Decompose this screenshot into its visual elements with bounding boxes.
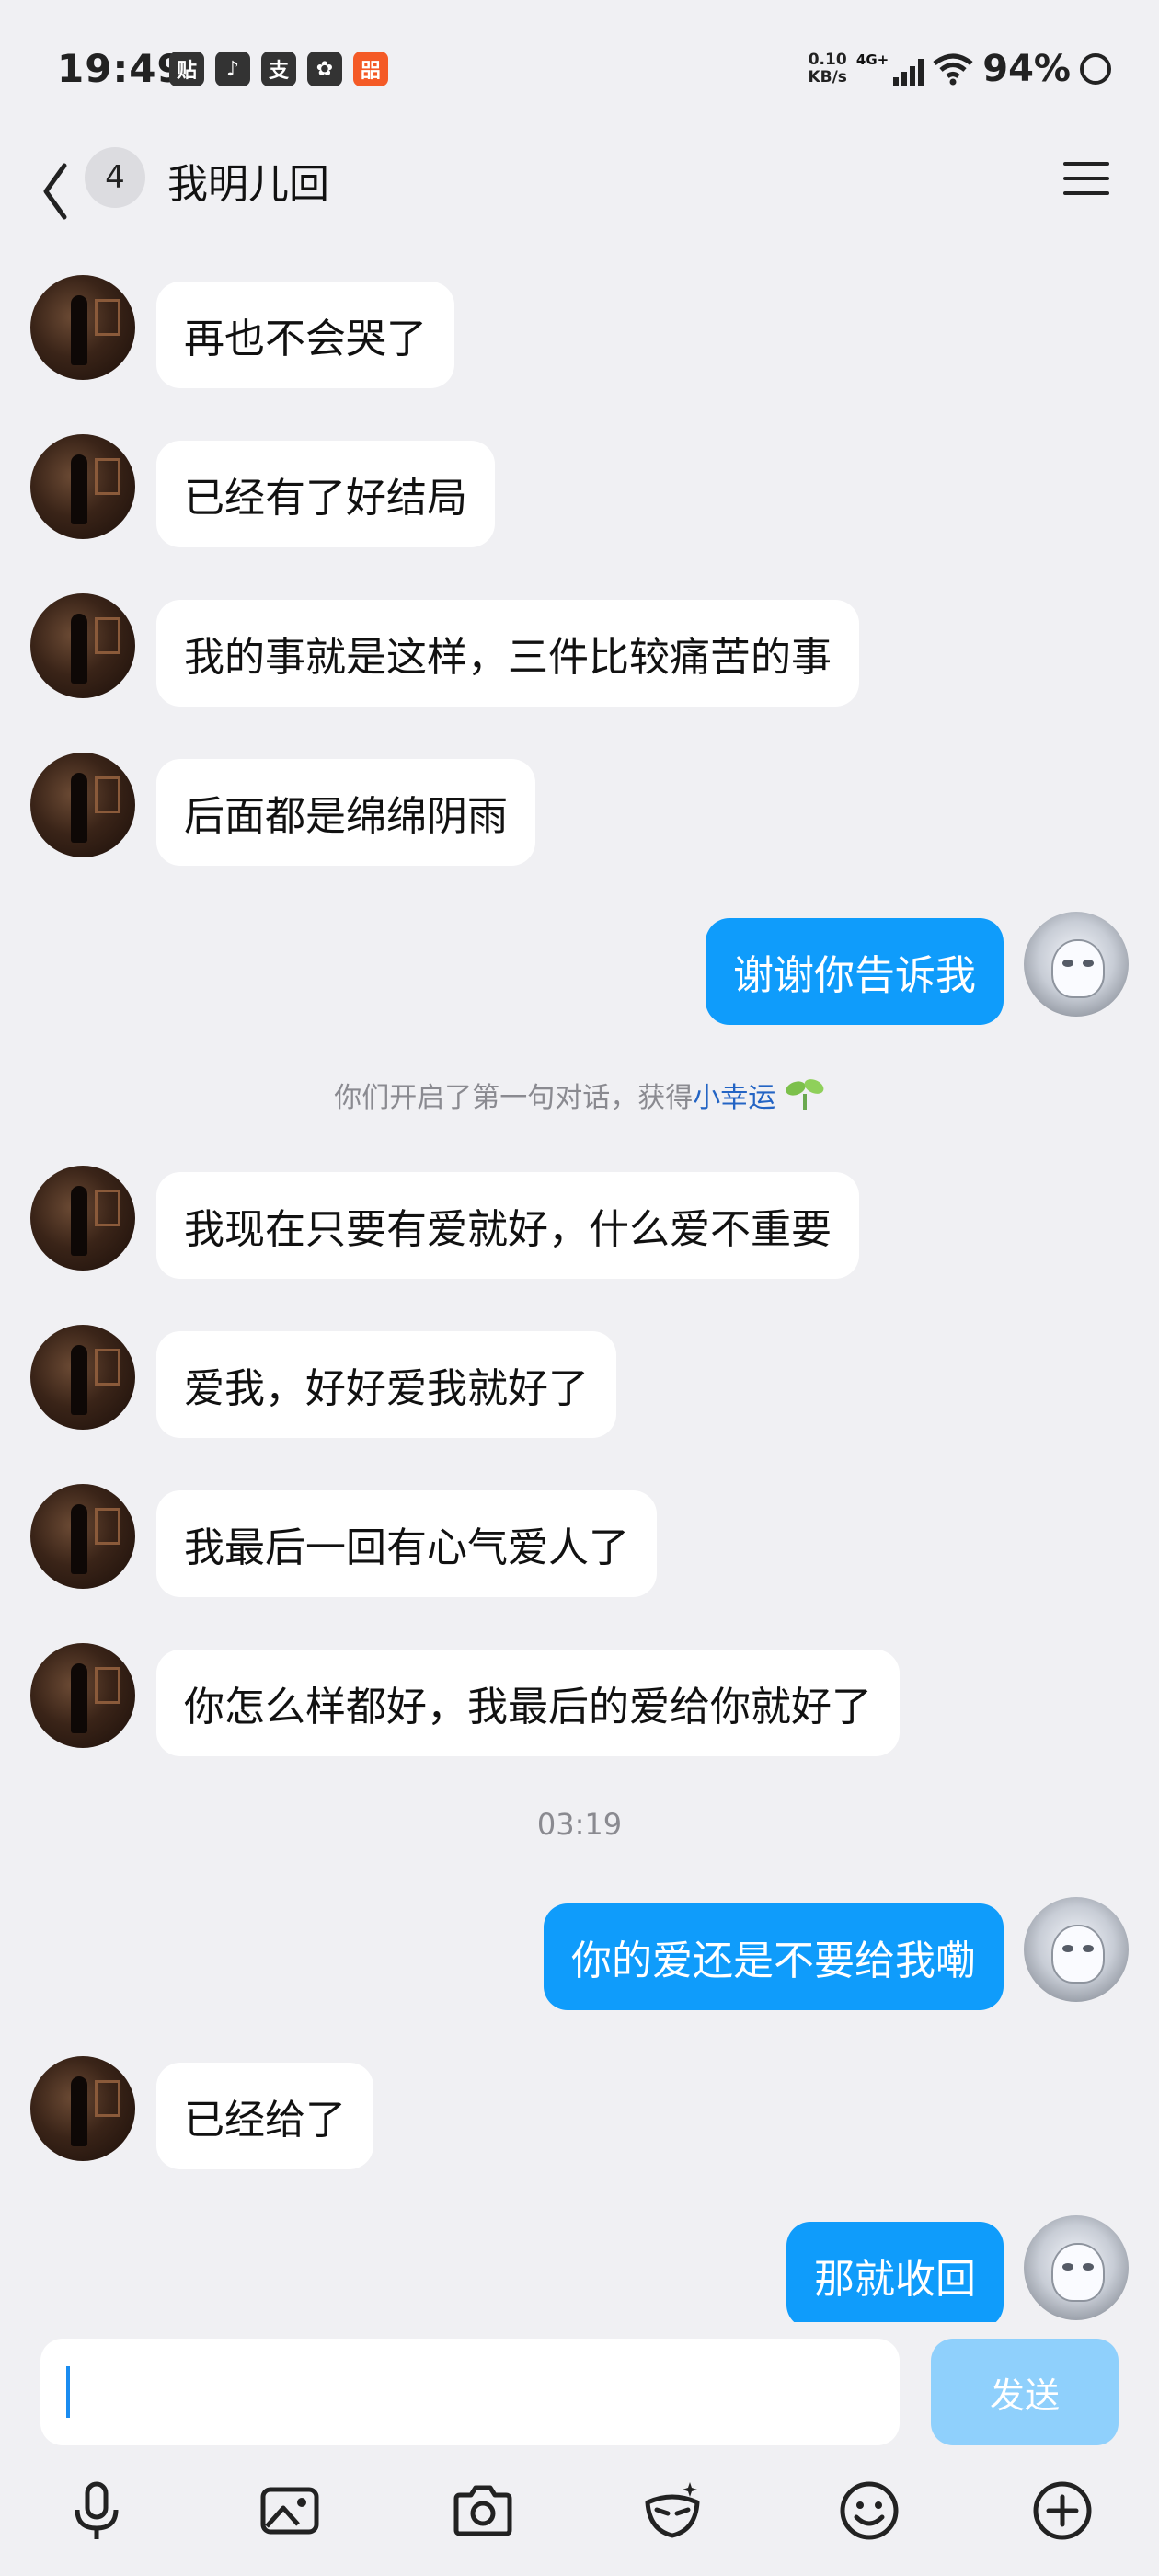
douyin-icon: ♪: [215, 52, 250, 86]
taobao-icon: 㗊: [353, 52, 388, 86]
message-bubble-incoming[interactable]: 我现在只要有爱就好，什么爱不重要: [156, 1172, 859, 1279]
message-bubble-outgoing[interactable]: 那就收回: [786, 2222, 1004, 2329]
timestamp: 03:19: [536, 1807, 623, 1842]
menu-icon[interactable]: [1061, 158, 1111, 199]
my-avatar[interactable]: [1024, 2215, 1129, 2320]
tieba-icon: 贴: [169, 52, 204, 86]
plus-icon[interactable]: [1030, 2478, 1095, 2543]
message-bubble-incoming[interactable]: 我的事就是这样，三件比较痛苦的事: [156, 600, 859, 707]
contact-avatar[interactable]: [30, 275, 135, 380]
alipay-icon: 支: [261, 52, 296, 86]
back-arrow-icon[interactable]: [35, 155, 81, 228]
message-bubble-incoming[interactable]: 你怎么样都好，我最后的爱给你就好了: [156, 1650, 900, 1756]
text-cursor: [66, 2366, 70, 2418]
signal-icon: 4G+: [856, 52, 924, 86]
emoji-icon[interactable]: [837, 2478, 901, 2543]
message-bubble-incoming[interactable]: 后面都是绵绵阴雨: [156, 759, 535, 866]
my-avatar[interactable]: [1024, 912, 1129, 1017]
status-indicators: 0.10 KB/s 4G+ 94%: [808, 48, 1111, 90]
message-bubble-outgoing[interactable]: 你的爱还是不要给我嘞: [544, 1903, 1004, 2010]
wifi-icon: [933, 53, 973, 86]
status-time: 19:49: [57, 46, 185, 91]
contact-avatar[interactable]: [30, 434, 135, 539]
message-bubble-incoming[interactable]: 已经给了: [156, 2063, 373, 2169]
notification-icons: 贴 ♪ 支 ✿ 㗊: [169, 52, 388, 86]
message-bubble-incoming[interactable]: 我最后一回有心气爱人了: [156, 1490, 657, 1597]
image-icon[interactable]: [258, 2478, 322, 2543]
battery-icon: [1080, 53, 1111, 85]
contact-avatar[interactable]: [30, 1484, 135, 1589]
lucky-link[interactable]: 小幸运: [693, 1082, 775, 1114]
contact-avatar[interactable]: [30, 1325, 135, 1430]
message-bubble-incoming[interactable]: 已经有了好结局: [156, 441, 495, 547]
message-bubble-incoming[interactable]: 再也不会哭了: [156, 282, 454, 388]
contact-avatar[interactable]: [30, 753, 135, 857]
contact-avatar[interactable]: [30, 2056, 135, 2161]
contact-avatar[interactable]: [30, 1166, 135, 1271]
wechat-icon: ✿: [307, 52, 342, 86]
sprout-icon: [786, 1079, 824, 1110]
contact-avatar[interactable]: [30, 1643, 135, 1748]
battery-percent: 94%: [982, 48, 1071, 90]
send-button[interactable]: 发送: [931, 2339, 1119, 2445]
mask-icon[interactable]: [640, 2478, 705, 2543]
system-note: 你们开启了第一句对话，获得小幸运: [0, 1075, 1159, 1122]
message-input[interactable]: [40, 2339, 900, 2445]
message-bubble-outgoing[interactable]: 谢谢你告诉我: [706, 918, 1004, 1025]
camera-icon[interactable]: [451, 2478, 515, 2543]
microphone-icon[interactable]: [64, 2478, 129, 2543]
unread-count-badge[interactable]: 4: [85, 147, 145, 208]
status-bar: 19:49 贴 ♪ 支 ✿ 㗊 0.10 KB/s 4G+ 94%: [0, 0, 1159, 138]
chat-title[interactable]: 我明儿回: [167, 151, 329, 210]
network-speed: 0.10 KB/s: [808, 51, 847, 86]
contact-avatar[interactable]: [30, 593, 135, 698]
message-bubble-incoming[interactable]: 爱我，好好爱我就好了: [156, 1331, 616, 1438]
my-avatar[interactable]: [1024, 1897, 1129, 2002]
